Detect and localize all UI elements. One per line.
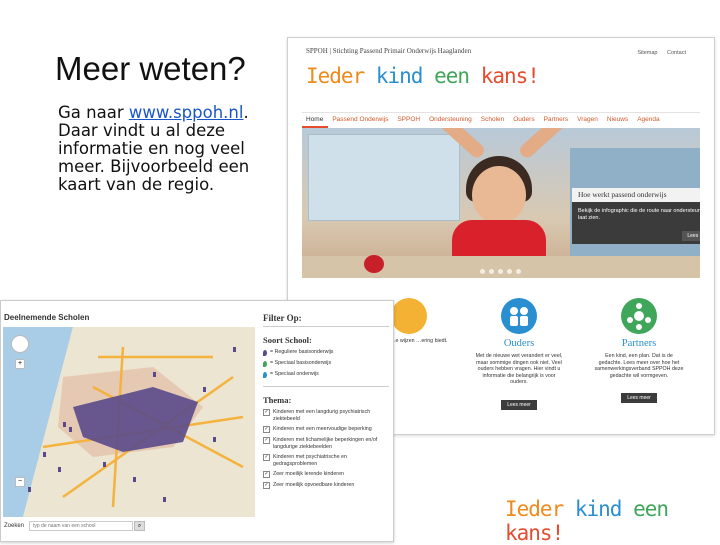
logo-word-kind: kind [574, 497, 623, 521]
soort-school-title: Soort School: [263, 335, 312, 345]
contact-link[interactable]: Contact [667, 50, 686, 56]
map-screenshot: Deelnemende Scholen + − Zoeken ⌕ Filter … [0, 300, 394, 542]
checkbox-icon: ✓ [263, 409, 270, 416]
nav-vragen[interactable]: Vragen [573, 113, 603, 128]
body-text: Daar vindt u al deze informatie en nog v… [58, 121, 250, 194]
thema-checkbox[interactable]: ✓ Kinderen met een meervoudige beperking [263, 426, 389, 433]
search-icon[interactable]: ⌕ [134, 521, 145, 531]
logo-word-ieder: Ieder [505, 497, 564, 521]
column-ouders-title: Ouders [503, 338, 535, 349]
ouders-icon [501, 298, 537, 334]
scholen-icon [391, 298, 427, 334]
checkbox-icon: ✓ [263, 437, 270, 444]
nav-agenda[interactable]: Agenda [633, 113, 664, 128]
column-partners-text: Een kind, een plan. Dat is de gedachte. … [594, 353, 684, 379]
nav-ouders[interactable]: Ouders [509, 113, 539, 128]
logo-word-een: een [434, 64, 470, 88]
soort-speciaal[interactable]: = Speciaal onderwijs [263, 371, 389, 378]
region-map[interactable]: + − [3, 327, 255, 517]
thema-checkbox[interactable]: ✓ Kinderen met psychiatrische en gedragsp… [263, 454, 389, 467]
logo-word-kans: kans! [480, 64, 540, 88]
nav-ondersteuning[interactable]: Ondersteuning [425, 113, 477, 128]
slide-body: Ga naar www.sppoh.nl. Daar vindt u al de… [58, 104, 278, 194]
pin-icon [263, 372, 267, 378]
logo-word-ieder: Ieder [306, 64, 365, 88]
checkbox-icon: ✓ [263, 426, 270, 433]
hero-apple [364, 255, 384, 273]
hero-whiteboard [308, 134, 460, 221]
column-partners-title: Partners [621, 338, 657, 349]
map-title: Deelnemende Scholen [4, 313, 90, 322]
checkbox-icon: ✓ [263, 454, 270, 461]
site-header-text: SPPOH | Stichting Passend Primair Onderw… [306, 47, 472, 55]
partners-lees-meer-button[interactable]: Lees meer [621, 393, 657, 404]
nav-home[interactable]: Home [302, 113, 329, 128]
nav-passend-onderwijs[interactable]: Passend Onderwijs [328, 113, 393, 128]
thema-checkbox[interactable]: ✓ Zeer moeilijk lerende kinderen [263, 471, 389, 478]
soort-regulier[interactable]: = Reguliere basisonderwijs [263, 349, 389, 356]
site-top-links: Sitemap Contact [629, 50, 686, 56]
logo-word-een: een [633, 497, 669, 521]
info-box-text: Bekijk de infographic die de route naar … [578, 208, 700, 221]
slide-title: Meer weten? [55, 50, 246, 87]
checkbox-icon: ✓ [263, 471, 270, 478]
site-logo[interactable]: Ieder kind een kans! [306, 64, 540, 88]
nav-nieuws[interactable]: Nieuws [603, 113, 633, 128]
pin-icon [263, 350, 267, 356]
filter-panel: Filter Op: Soort School: = Reguliere bas… [263, 313, 389, 489]
sppoh-link[interactable]: www.sppoh.nl [129, 103, 244, 122]
column-ouders: Ouders Met de nieuwe wet verandert er ve… [474, 286, 564, 410]
ouders-lees-meer-button[interactable]: Lees meer [501, 399, 537, 410]
hero-image: Hoe werkt passend onderwijs Bekijk de in… [302, 128, 700, 278]
intro-text: Ga naar [58, 103, 129, 122]
thema-checkbox[interactable]: ✓ Kinderen met lichamelijke beperkingen e… [263, 437, 389, 450]
site-nav: Home Passend Onderwijs SPPOH Ondersteuni… [302, 112, 700, 129]
search-label: Zoeken [4, 523, 25, 529]
map-pan-control[interactable] [11, 335, 29, 353]
thema-title: Thema: [263, 395, 292, 405]
logo-word-kind: kind [375, 64, 424, 88]
footer-logo: Ieder kind een kans! [505, 497, 720, 545]
column-ouders-text: Met de nieuwe wet verandert er veel, maa… [475, 353, 563, 386]
hero-girl-face [472, 166, 526, 224]
info-box-button[interactable]: Lees meer [682, 231, 700, 241]
logo-word-kans: kans! [505, 521, 564, 545]
filter-title: Filter Op: [263, 313, 389, 327]
zoom-in-button[interactable]: + [15, 359, 25, 369]
thema-checkbox[interactable]: ✓ Zeer moeilijk opvoedbare kinderen [263, 482, 389, 489]
hero-desk [302, 256, 700, 278]
zoom-out-button[interactable]: − [15, 477, 25, 487]
nav-scholen[interactable]: Scholen [477, 113, 510, 128]
column-partners: Partners Een kind, een plan. Dat is de g… [594, 286, 684, 404]
soort-speciaal-basis[interactable]: = Speciaal basisonderwijs [263, 360, 389, 367]
nav-sppoh[interactable]: SPPOH [393, 113, 425, 128]
link-suffix: . [243, 103, 249, 122]
sitemap-link[interactable]: Sitemap [637, 50, 657, 56]
info-box-title: Hoe werkt passend onderwijs [572, 188, 700, 202]
thema-checkbox[interactable]: ✓ Kinderen met een langdurig psychiatrisc… [263, 409, 389, 422]
checkbox-icon: ✓ [263, 482, 270, 489]
info-box: Hoe werkt passend onderwijs Bekijk de in… [572, 188, 700, 244]
carousel-dots[interactable] [480, 269, 521, 274]
partners-icon [621, 298, 657, 334]
school-search-input[interactable] [29, 521, 133, 531]
nav-partners[interactable]: Partners [540, 113, 574, 128]
pin-icon [263, 361, 267, 367]
